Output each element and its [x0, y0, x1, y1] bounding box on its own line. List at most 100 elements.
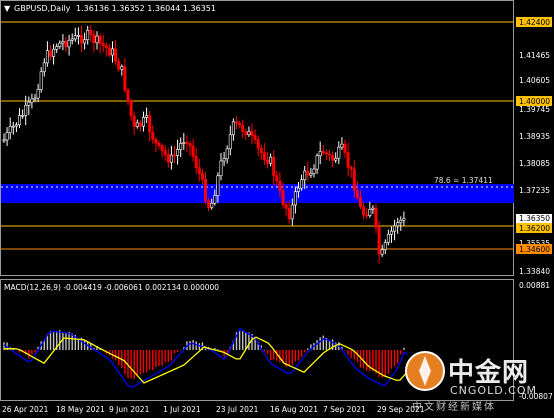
candle-body — [182, 142, 186, 144]
candle-body — [169, 154, 173, 163]
candle-body — [148, 115, 152, 133]
candle-body — [191, 145, 195, 157]
candle-body — [300, 179, 304, 189]
candle-body — [36, 89, 40, 99]
price-tick-6: 1.38085 — [519, 159, 550, 168]
candle-body — [163, 150, 167, 155]
candle-body — [101, 43, 105, 46]
candle-body — [123, 66, 127, 91]
candle-body — [76, 35, 80, 37]
candle-body — [157, 142, 161, 147]
candle-body — [179, 143, 183, 150]
candle-body — [362, 206, 366, 216]
level-1-price: 1.42400 — [519, 18, 550, 27]
candle-body — [2, 139, 6, 142]
candle-body — [73, 35, 77, 40]
candle-body — [358, 197, 362, 208]
candle-body — [138, 122, 142, 127]
candle-body — [213, 195, 217, 204]
candle-body — [64, 41, 68, 48]
candle-body — [293, 191, 297, 206]
price-tick-7: 1.37235 — [519, 186, 550, 195]
candle-body — [70, 38, 74, 41]
level-3-price: 1.36200 — [519, 224, 550, 233]
chart-collapse-icon[interactable]: ▼ — [4, 4, 11, 13]
candle-body — [241, 125, 245, 132]
candle-body — [269, 156, 273, 164]
watermark-domain: CNGOLD.COM — [450, 384, 538, 397]
candle-body — [352, 168, 356, 191]
candle-body — [151, 131, 155, 140]
candle-body — [272, 156, 276, 176]
candle-body — [154, 139, 158, 144]
macd-header-label: MACD(12,26,9) -0.004419 -0.006061 0.0021… — [4, 283, 219, 292]
price-scale: 1.42400 1.41465 1.40605 1.40000 1.39745 … — [516, 17, 553, 401]
price-tick-5: 1.38935 — [519, 132, 550, 141]
candle-body — [42, 62, 46, 73]
candle-body — [262, 152, 266, 161]
candle-body — [21, 115, 25, 117]
time-label-4: 1 Jul 2021 — [163, 405, 201, 414]
candle-body — [160, 145, 164, 151]
watermark-slogan: 中文财经新媒体 — [412, 402, 496, 413]
candle-body — [386, 234, 390, 243]
time-label-2: 18 May 2021 — [56, 405, 105, 414]
candle-body — [253, 135, 257, 140]
candle-body — [256, 139, 260, 149]
candle-body — [86, 30, 90, 41]
candle-body — [173, 154, 177, 157]
candle-body — [111, 48, 115, 56]
candle-body — [188, 143, 192, 147]
candle-body — [383, 242, 387, 250]
candle-body — [312, 168, 316, 174]
candle-body — [107, 47, 111, 56]
price-tick-4: 1.39745 — [519, 105, 550, 114]
price-tick-1: 1.41465 — [519, 51, 550, 60]
candle-body — [228, 134, 232, 150]
level-4-price: 1.34600 — [519, 245, 550, 254]
candle-body — [27, 101, 31, 106]
candle-body — [265, 159, 269, 164]
candle-body — [114, 48, 118, 62]
candle-body — [343, 143, 347, 153]
candle-body — [104, 45, 108, 49]
candle-body — [278, 180, 282, 191]
candle-body — [321, 151, 325, 153]
time-label-6: 16 Aug 2021 — [270, 405, 318, 414]
candle-body — [207, 200, 211, 208]
candle-body — [117, 60, 121, 70]
candle-body — [225, 148, 229, 160]
main-pane-frame — [0, 0, 514, 276]
candle-body — [247, 131, 251, 136]
candle-body — [176, 149, 180, 156]
candle-body — [349, 166, 353, 170]
candle-body — [259, 148, 263, 153]
candle-body — [185, 142, 189, 144]
candle-body — [219, 160, 223, 177]
time-label-1: 26 Apr 2021 — [2, 405, 49, 414]
candle-body — [14, 124, 18, 127]
candle-body — [309, 173, 313, 176]
candle-body — [33, 97, 37, 100]
candle-body — [355, 189, 359, 198]
macd-signal-line — [4, 336, 409, 384]
candle-body — [250, 131, 254, 136]
candle-body — [120, 66, 124, 70]
macd-scale-top: 0.00881 — [519, 281, 550, 290]
time-label-5: 23 Jul 2021 — [216, 405, 259, 414]
candle-body — [402, 218, 406, 221]
candle-body — [52, 48, 56, 57]
candle-body — [55, 46, 59, 50]
candlestick-series — [2, 25, 406, 264]
candle-body — [98, 35, 102, 44]
candle-body — [275, 175, 279, 182]
candle-body — [135, 122, 139, 127]
candle-body — [166, 154, 170, 163]
candle-body — [399, 219, 403, 223]
candle-body — [145, 115, 149, 118]
candle-body — [340, 143, 344, 148]
candle-body — [58, 42, 62, 47]
candle-body — [8, 126, 12, 133]
candle-body — [210, 202, 214, 208]
candle-body — [216, 175, 220, 196]
